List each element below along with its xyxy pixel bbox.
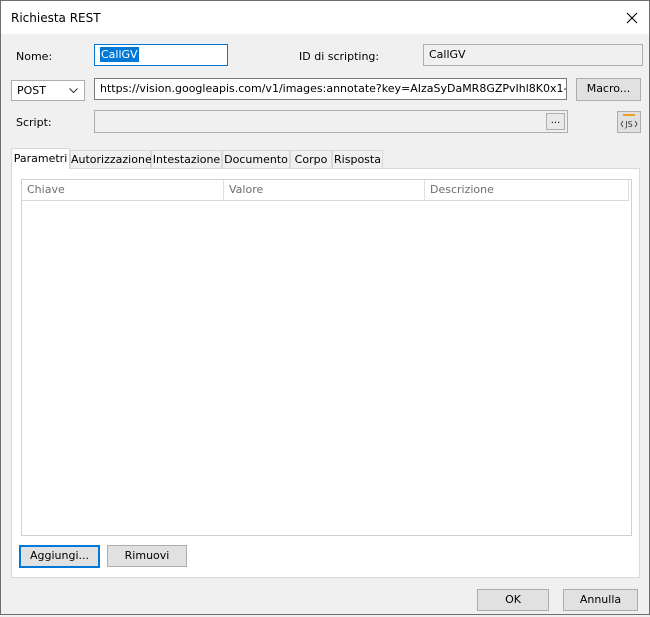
remove-parameter-button[interactable]: Rimuovi — [107, 545, 187, 567]
name-input-value: CallGV — [100, 47, 139, 62]
url-input-value: https://vision.googleapis.com/v1/images:… — [100, 82, 567, 95]
scripting-id-field: CallGV — [423, 44, 643, 66]
close-button[interactable] — [615, 1, 649, 34]
script-field — [94, 110, 568, 133]
ok-button[interactable]: OK — [477, 589, 549, 611]
js-script-button[interactable]: JS — [617, 111, 641, 133]
tab-parametri[interactable]: Parametri — [11, 148, 70, 169]
url-input[interactable]: https://vision.googleapis.com/v1/images:… — [94, 78, 567, 100]
method-select-value: POST — [17, 84, 46, 97]
add-parameter-button[interactable]: Aggiungi... — [19, 545, 100, 568]
name-input[interactable]: CallGV — [94, 44, 228, 66]
tab-risposta[interactable]: Risposta — [332, 150, 383, 168]
name-label: Nome: — [16, 50, 53, 63]
javascript-icon: JS — [620, 114, 638, 129]
tab-autorizzazione[interactable]: Autorizzazione — [70, 150, 152, 168]
grid-header: Chiave Valore Descrizione — [22, 180, 629, 201]
script-browse-button[interactable]: ... — [546, 113, 565, 130]
script-label: Script: — [16, 116, 52, 129]
scripting-id-value: CallGV — [429, 48, 466, 61]
scripting-id-label: ID di scripting: — [299, 50, 380, 63]
parameters-panel: Chiave Valore Descrizione Aggiungi... Ri… — [11, 168, 640, 578]
rest-request-dialog: Richiesta REST Nome: CallGV ID di script… — [0, 0, 650, 615]
tab-intestazione[interactable]: Intestazione — [151, 150, 222, 168]
cancel-button[interactable]: Annulla — [563, 589, 638, 611]
parameters-grid[interactable]: Chiave Valore Descrizione — [21, 179, 632, 536]
js-label: JS — [624, 120, 632, 129]
chevron-down-icon — [69, 88, 78, 94]
tab-documento[interactable]: Documento — [222, 150, 290, 168]
close-icon — [626, 12, 638, 24]
tab-corpo[interactable]: Corpo — [290, 150, 332, 168]
title-bar: Richiesta REST — [1, 1, 649, 34]
column-header-value[interactable]: Valore — [224, 180, 425, 200]
dialog-title: Richiesta REST — [11, 11, 101, 25]
column-header-description[interactable]: Descrizione — [425, 180, 629, 200]
column-header-key[interactable]: Chiave — [22, 180, 224, 200]
method-select[interactable]: POST — [11, 80, 85, 101]
macro-button[interactable]: Macro... — [576, 78, 641, 101]
